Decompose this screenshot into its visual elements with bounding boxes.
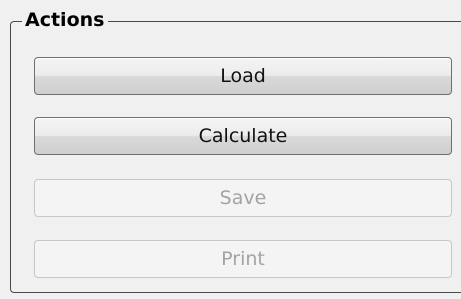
- save-button: Save: [34, 179, 452, 217]
- calculate-button[interactable]: Calculate: [34, 117, 452, 155]
- load-button[interactable]: Load: [34, 57, 452, 95]
- print-button: Print: [34, 240, 452, 278]
- actions-group-title: Actions: [22, 8, 109, 32]
